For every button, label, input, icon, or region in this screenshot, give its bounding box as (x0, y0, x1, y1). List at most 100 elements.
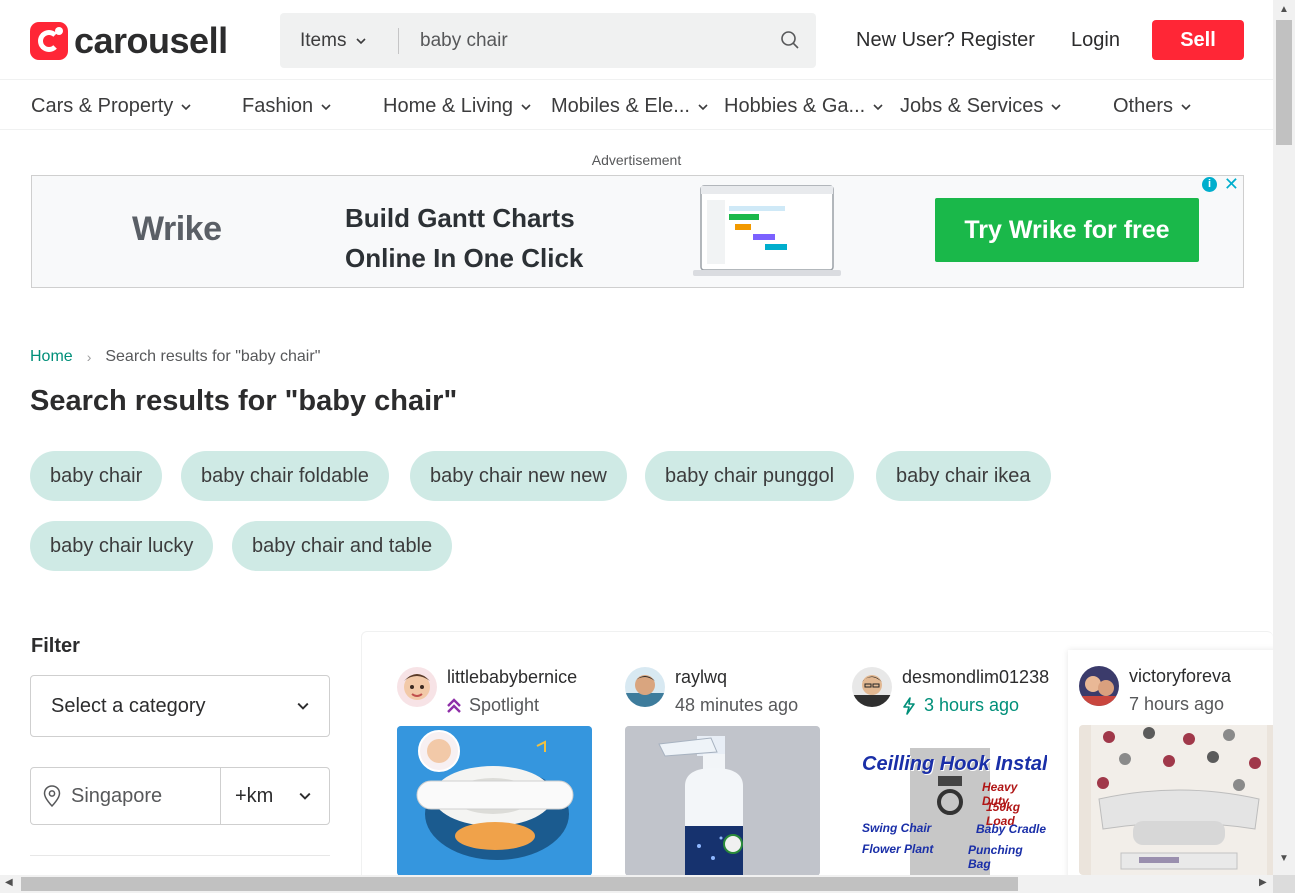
ad-headline: Build Gantt Charts Online In One Click (345, 198, 583, 278)
seller-meta: 3 hours ago (902, 695, 1049, 716)
category-fashion[interactable]: Fashion (242, 95, 331, 118)
ad-brand-logo: Wrike (132, 210, 222, 248)
breadcrumb-home-link[interactable]: Home (30, 348, 73, 366)
seller-name: desmondlim01238 (902, 667, 1050, 687)
category-nav: Cars & Property Fashion Home & Living Mo… (0, 80, 1273, 130)
avatar (625, 667, 665, 707)
scroll-left-icon[interactable]: ◀ (5, 877, 13, 888)
listing-image[interactable] (625, 726, 820, 876)
top-header: carousell Items New User? Register Login… (0, 0, 1273, 80)
distance-value: +km (235, 784, 274, 807)
ad-headline-line2: Online In One Click (345, 243, 584, 273)
category-label: Hobbies & Ga... (724, 95, 866, 117)
seller-name: raylwq (675, 667, 728, 687)
ad-info-icon[interactable]: i (1202, 177, 1217, 192)
category-label: Cars & Property (31, 95, 174, 117)
category-hobbies-games[interactable]: Hobbies & Ga... (724, 95, 883, 118)
chevron-down-icon (356, 37, 367, 44)
breadcrumb-separator-icon: › (86, 349, 92, 365)
related-search-pill[interactable]: baby chair and table (232, 521, 453, 571)
related-search-pill[interactable]: baby chair lucky (30, 521, 214, 571)
avatar (852, 667, 892, 707)
seller-name: littlebabybernice (447, 667, 578, 687)
search-bar: Items (280, 13, 816, 68)
page-title: Search results for "baby chair" (30, 385, 458, 417)
ad-close-icon[interactable]: ✕ (1224, 174, 1239, 195)
listing-time: 7 hours ago (1129, 694, 1225, 714)
location-value: Singapore (71, 784, 163, 807)
location-pin-icon (43, 785, 61, 807)
listing-card[interactable]: victoryforeva 7 hours ago (1068, 650, 1288, 893)
seller-name: victoryforeva (1129, 666, 1232, 686)
category-jobs-services[interactable]: Jobs & Services (900, 95, 1061, 118)
ad-cta-button[interactable]: Try Wrike for free (935, 198, 1199, 262)
chevron-down-icon (321, 103, 331, 110)
category-select-label: Select a category (51, 694, 206, 717)
category-mobiles-electronics[interactable]: Mobiles & Ele... (551, 95, 708, 118)
category-others[interactable]: Others (1113, 95, 1191, 118)
listing-image[interactable] (397, 726, 592, 876)
seller-info[interactable]: desmondlim01238 3 hours ago (852, 667, 1049, 716)
related-search-pill[interactable]: baby chair new new (410, 451, 627, 501)
ad-image-title: Ceilling Hook Install (862, 753, 1047, 775)
listing-card[interactable]: littlebabybernice Spotlight (397, 651, 602, 893)
advertisement-label: Advertisement (591, 152, 682, 168)
horizontal-scroll-thumb[interactable] (21, 877, 1018, 891)
category-label: Mobiles & Ele... (551, 95, 690, 117)
listing-card[interactable]: desmondlim01238 3 hours ago Ceilling Hoo… (852, 651, 1057, 893)
seller-info[interactable]: littlebabybernice Spotlight (397, 667, 577, 716)
results-grid: littlebabybernice Spotlight raylwq 48 mi… (361, 631, 1288, 893)
listing-time: 3 hours ago (924, 695, 1020, 715)
scroll-down-icon[interactable]: ▼ (1273, 853, 1295, 864)
location-filter: Singapore +km (30, 767, 330, 825)
location-input[interactable]: Singapore (31, 768, 221, 824)
scroll-up-icon[interactable]: ▲ (1273, 4, 1295, 15)
scrollbar-corner (1273, 875, 1295, 893)
chevron-down-icon (299, 792, 311, 800)
seller-info[interactable]: raylwq 48 minutes ago (625, 667, 798, 716)
search-type-label: Items (300, 29, 347, 51)
category-label: Home & Living (383, 95, 514, 117)
listing-image[interactable] (1079, 725, 1277, 875)
seller-info[interactable]: victoryforeva 7 hours ago (1079, 666, 1231, 715)
register-link[interactable]: New User? Register (856, 29, 1035, 52)
breadcrumb: Home › Search results for "baby chair" (30, 348, 320, 366)
ad-image-text: Baby Cradle (976, 822, 1047, 836)
chevron-down-icon (297, 702, 309, 710)
filter-divider (30, 855, 330, 856)
ad-banner[interactable]: Wrike Build Gantt Charts Online In One C… (31, 174, 1244, 288)
carousell-logo[interactable]: carousell (30, 20, 228, 62)
bump-lightning-icon (903, 696, 915, 715)
search-input[interactable] (399, 29, 739, 52)
related-search-pill[interactable]: baby chair (30, 451, 163, 501)
related-search-pill[interactable]: baby chair foldable (181, 451, 389, 501)
listing-time: 48 minutes ago (675, 695, 799, 715)
search-type-dropdown[interactable]: Items (280, 30, 398, 52)
ad-headline-line1: Build Gantt Charts (345, 203, 575, 233)
category-select[interactable]: Select a category (30, 675, 330, 737)
filter-title: Filter (31, 635, 80, 657)
category-home-living[interactable]: Home & Living (383, 95, 531, 118)
login-link[interactable]: Login (1071, 29, 1120, 52)
laptop-gantt-illustration (693, 185, 841, 276)
distance-select[interactable]: +km (221, 768, 329, 824)
chevron-down-icon (698, 103, 708, 110)
avatar (1079, 666, 1119, 706)
horizontal-scrollbar[interactable]: ◀ ▶ (0, 875, 1273, 893)
chevron-down-icon (521, 103, 531, 110)
listing-card[interactable]: raylwq 48 minutes ago (625, 651, 830, 893)
search-icon[interactable] (780, 30, 800, 50)
seller-meta: 48 minutes ago (675, 695, 798, 716)
ad-image-text: Swing Chair (862, 821, 932, 835)
related-search-pill[interactable]: baby chair punggol (645, 451, 855, 501)
breadcrumb-current: Search results for "baby chair" (105, 348, 321, 365)
listing-image[interactable]: Ceilling Hook Install Heavy Duty 150kg L… (852, 726, 1047, 876)
sell-button[interactable]: Sell (1152, 20, 1244, 60)
related-search-pill[interactable]: baby chair ikea (876, 451, 1051, 501)
ad-image-text: Flower Plant (862, 842, 934, 856)
scroll-right-icon[interactable]: ▶ (1259, 877, 1267, 888)
category-label: Others (1113, 95, 1174, 117)
vertical-scroll-thumb[interactable] (1276, 20, 1292, 145)
category-cars-property[interactable]: Cars & Property (31, 95, 191, 118)
vertical-scrollbar[interactable]: ▲ ▼ (1273, 0, 1295, 875)
